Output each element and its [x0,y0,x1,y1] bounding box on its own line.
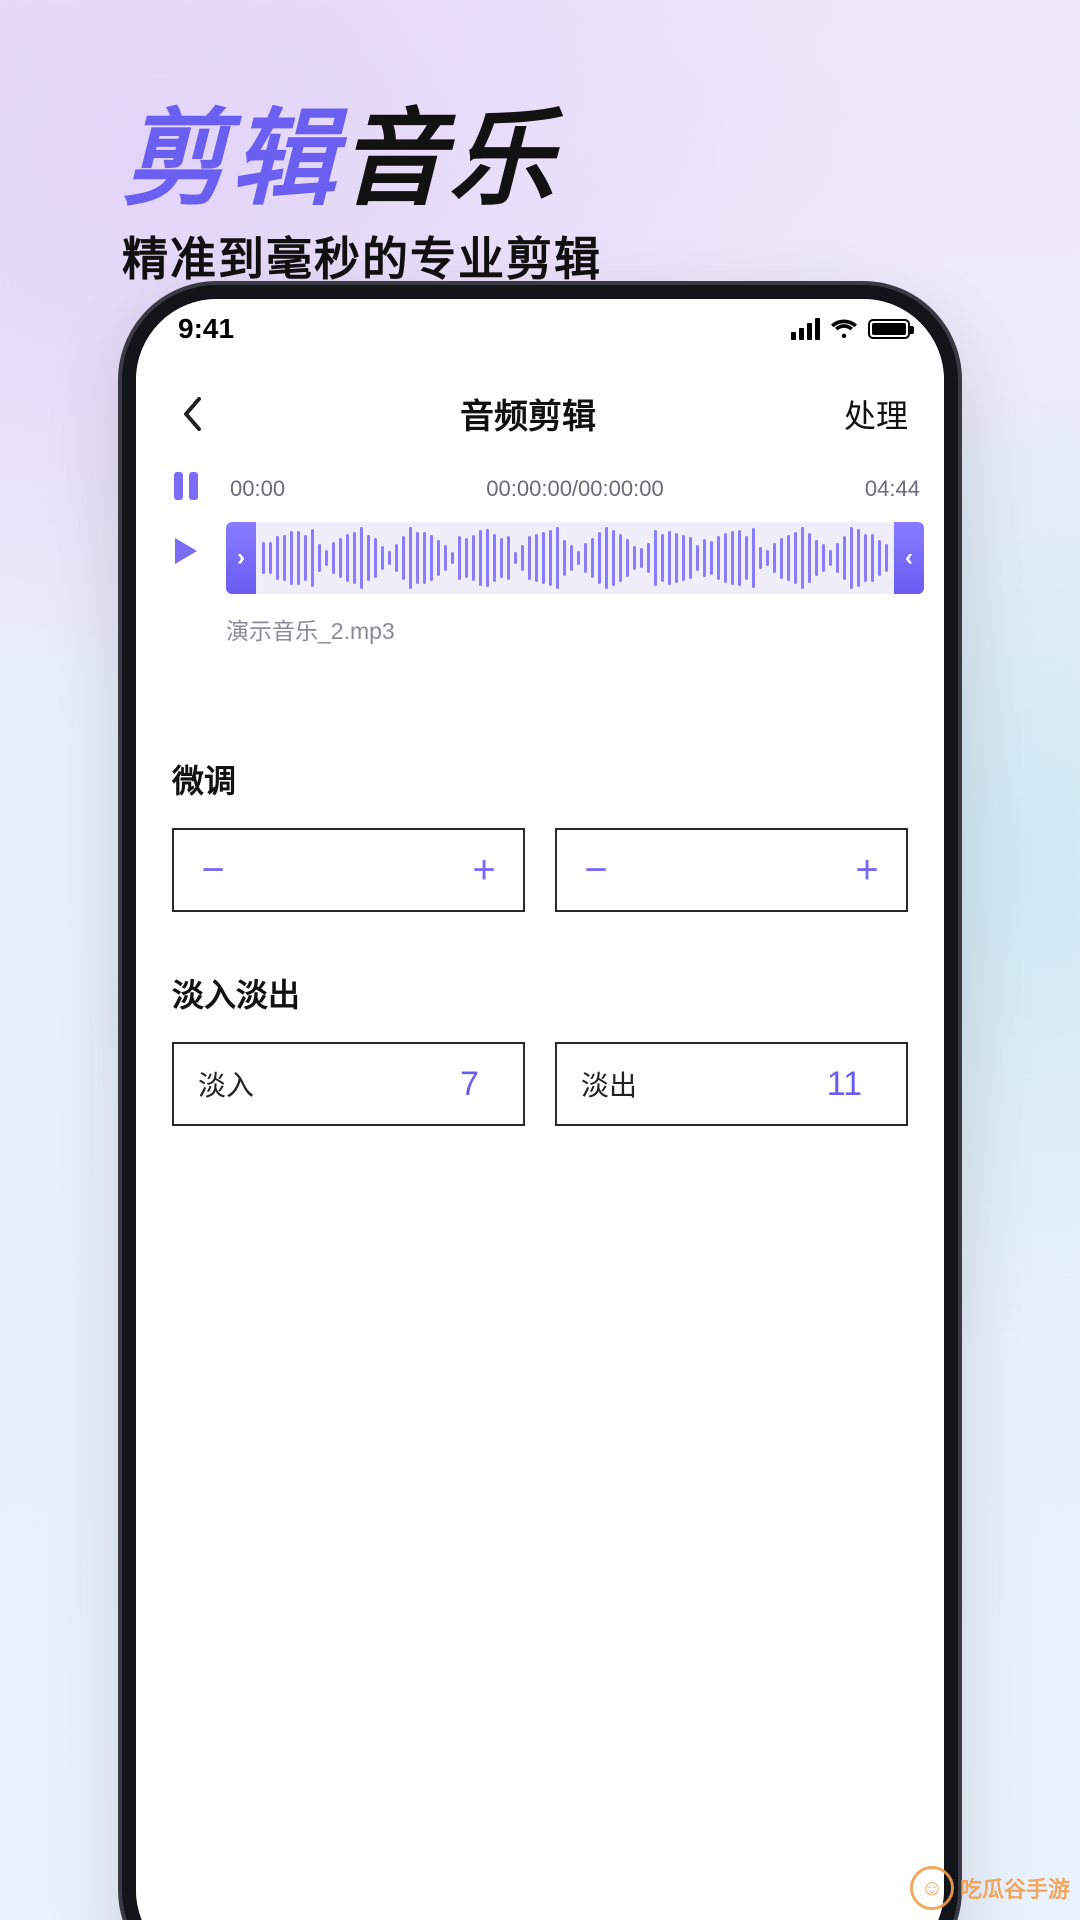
micro-stepper-left: − + [172,828,525,912]
micro-title: 微调 [172,756,908,802]
nav-bar: 音频剪辑 处理 [136,359,944,448]
plus-button[interactable]: + [469,848,499,893]
waveform-body[interactable] [256,522,894,594]
watermark-text: 吃瓜谷手游 [960,1872,1070,1904]
player-area: 00:00 00:00:00/00:00:00 04:44 › ‹ 演示音乐_2… [136,448,944,646]
promo-title-dark: 音乐 [340,101,558,218]
minus-button[interactable]: − [198,848,228,893]
fade-in-value: 7 [460,1065,499,1104]
phone-frame: 9:41 音频剪辑 处理 [122,285,958,1920]
time-start: 00:00 [230,476,285,502]
micro-section: 微调 − + − + 淡入淡出 淡入 7 淡出 [136,756,944,1126]
page-title: 音频剪辑 [460,389,596,438]
play-button[interactable] [172,536,200,566]
chevron-left-icon [182,397,202,431]
fade-out-field[interactable]: 淡出 11 [555,1042,908,1126]
trim-end-handle[interactable]: ‹ [894,522,924,594]
pause-icon [174,472,183,500]
watermark-icon: ☺ [910,1866,954,1910]
micro-stepper-right: − + [555,828,908,912]
fade-out-label: 淡出 [581,1064,637,1104]
phone-screen: 9:41 音频剪辑 处理 [136,299,944,1920]
promo-title: 剪辑音乐 [122,105,602,215]
player-controls [172,472,200,566]
status-time: 9:41 [178,313,234,345]
minus-button[interactable]: − [581,848,611,893]
waveform-track[interactable]: › ‹ [226,522,924,594]
pause-button[interactable] [174,472,198,500]
promo-title-accent: 剪辑 [122,101,340,218]
fade-title: 淡入淡出 [172,970,908,1016]
promo-header: 剪辑音乐 精准到毫秒的专业剪辑 [122,105,602,289]
promo-subtitle: 精准到毫秒的专业剪辑 [122,223,602,289]
status-right [791,318,910,340]
signal-icon [791,318,820,340]
fade-out-value: 11 [827,1065,882,1104]
wifi-icon [830,318,858,340]
battery-icon [868,319,910,339]
status-bar: 9:41 [136,299,944,359]
fade-in-field[interactable]: 淡入 7 [172,1042,525,1126]
filename-label: 演示音乐_2.mp3 [226,612,924,646]
play-icon [172,536,200,566]
watermark-badge: ☺ 吃瓜谷手游 [910,1866,1070,1910]
time-center: 00:00:00/00:00:00 [486,476,663,502]
time-end: 04:44 [865,476,920,502]
plus-button[interactable]: + [852,848,882,893]
process-button[interactable]: 处理 [844,391,908,437]
fade-in-label: 淡入 [198,1064,254,1104]
time-labels: 00:00 00:00:00/00:00:00 04:44 [226,476,924,502]
trim-start-handle[interactable]: › [226,522,256,594]
back-button[interactable] [172,394,212,434]
